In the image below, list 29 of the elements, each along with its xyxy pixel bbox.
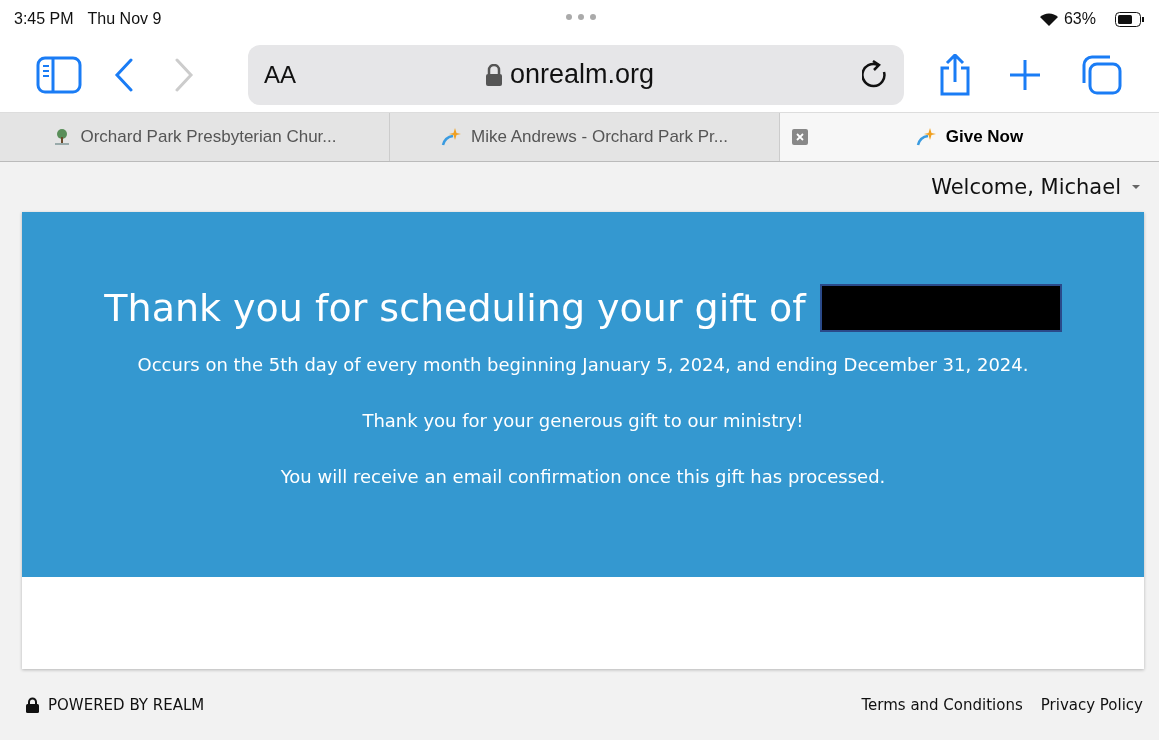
tabs-icon[interactable] — [1080, 55, 1122, 95]
user-menu[interactable]: Welcome, Michael — [931, 175, 1141, 199]
lock-icon — [486, 63, 502, 86]
battery-percent: 63% — [1063, 10, 1096, 28]
powered-by-text: POWERED BY REALM — [48, 696, 205, 714]
lock-icon — [26, 697, 39, 713]
back-icon[interactable] — [114, 58, 134, 92]
plus-icon[interactable] — [1008, 58, 1042, 92]
confirmation-text: Thank you for your generous gift to our ministry! — [362, 410, 804, 431]
footer-link[interactable]: Privacy Policy — [1040, 696, 1143, 714]
address-bar[interactable]: AA onrealm.org — [248, 45, 904, 105]
caret-icon — [1131, 184, 1141, 190]
status-time: 3:45 PM — [14, 10, 74, 28]
confirmation-text: You will receive an email confirmation once this gift has processed. — [280, 466, 886, 487]
footer-link[interactable]: Terms and Conditions — [861, 696, 1023, 714]
more-dots-icon[interactable] — [565, 13, 597, 21]
share-icon[interactable] — [938, 54, 972, 96]
browser-tab[interactable]: Give Now — [780, 113, 1159, 161]
text-size-label[interactable]: AA — [264, 61, 296, 89]
confirmation-heading: Thank you for scheduling your gift of — [104, 286, 806, 330]
close-icon[interactable] — [792, 129, 808, 145]
reload-icon[interactable] — [862, 60, 888, 90]
wifi-icon — [1038, 11, 1059, 27]
address-text: onrealm.org — [510, 59, 655, 90]
browser-tab[interactable]: Orchard Park Presbyterian Chur... — [0, 113, 390, 161]
sidebar-icon[interactable] — [36, 56, 82, 94]
confirmation-text: Occurs on the 5th day of every month beginning January 5, 2024, and ending December 31, 2024. — [137, 354, 1029, 375]
status-date: Thu Nov 9 — [87, 10, 162, 28]
battery-icon — [1115, 11, 1145, 27]
